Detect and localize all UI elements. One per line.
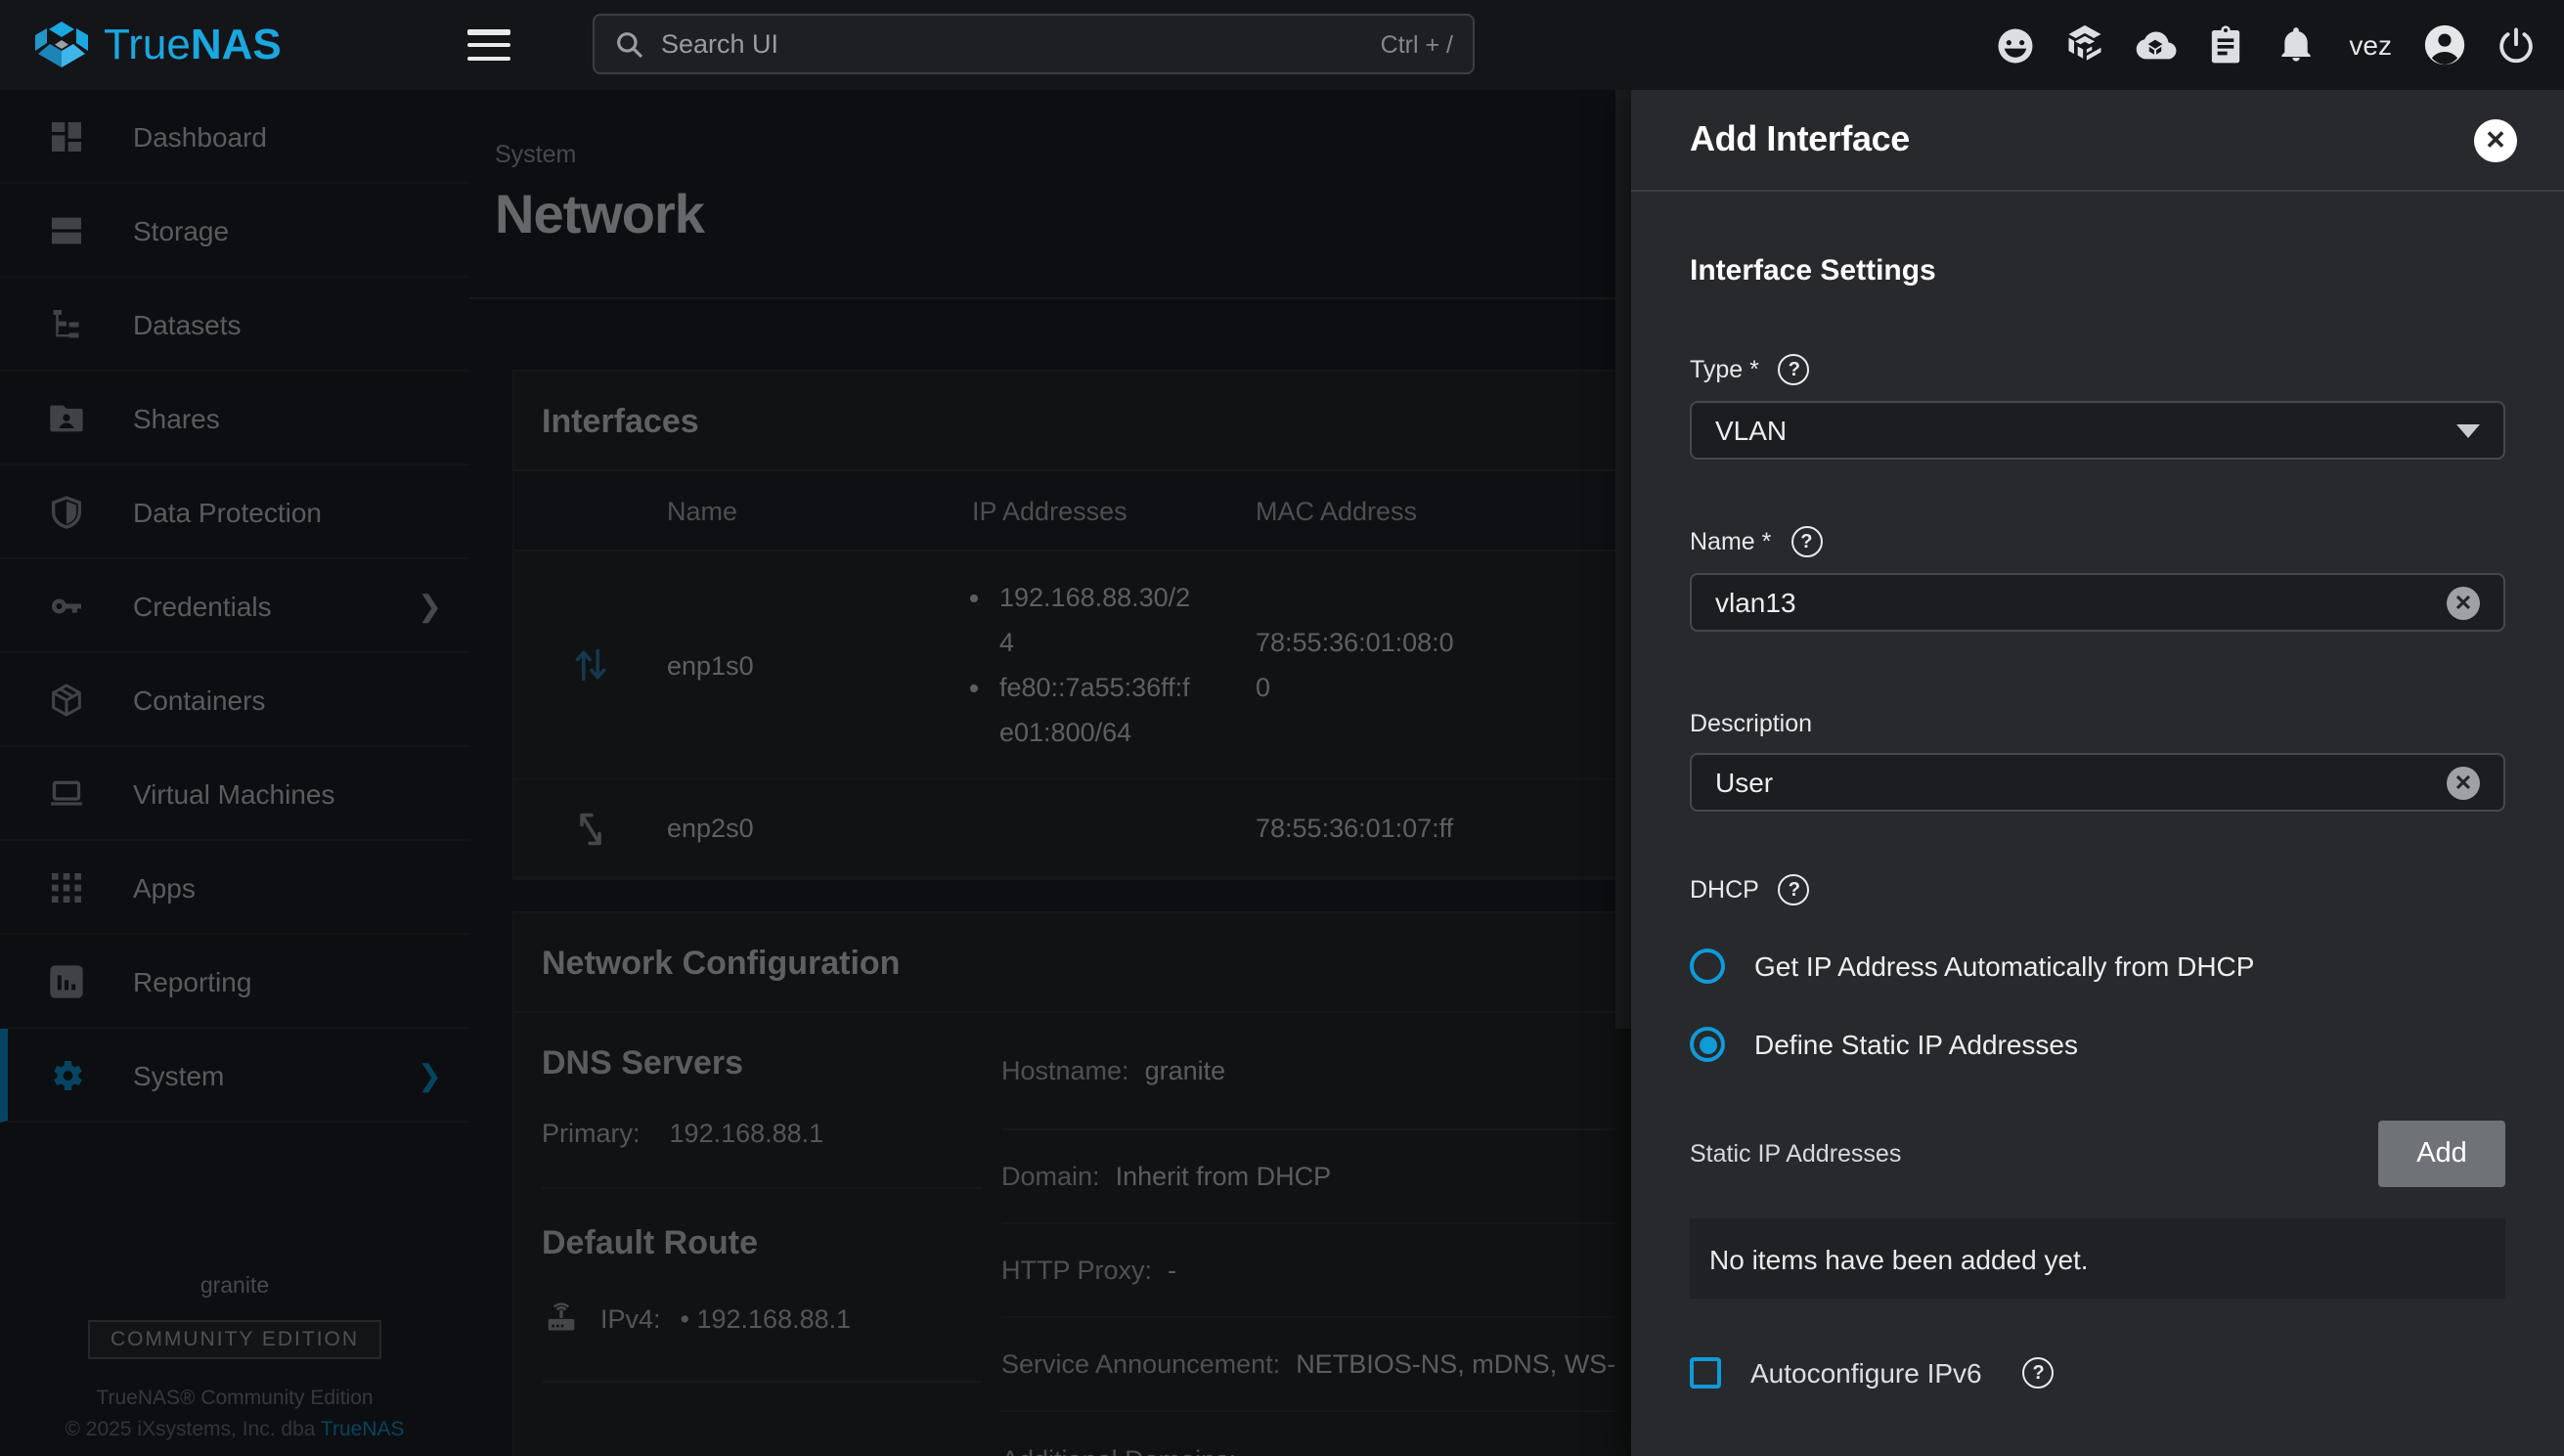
truenas-app: TrueNAS Ctrl + /	[0, 0, 2564, 1456]
description-input[interactable]	[1715, 767, 2447, 798]
add-interface-panel: Add Interface ✕ Interface Settings Type …	[1631, 90, 2564, 1456]
truenas-logo[interactable]: TrueNAS	[0, 20, 434, 70]
modal-backdrop[interactable]	[0, 90, 1631, 1456]
interface-settings-heading: Interface Settings	[1690, 254, 2505, 287]
chevron-down-icon	[2456, 423, 2480, 437]
help-icon[interactable]: ?	[1779, 874, 1810, 905]
autoconfigure-ipv6-row[interactable]: Autoconfigure IPv6 ?	[1690, 1357, 2505, 1389]
cloud-status-icon[interactable]	[2134, 23, 2177, 66]
panel-title: Add Interface	[1690, 119, 1910, 160]
type-label: Type * ?	[1690, 354, 2505, 385]
user-avatar-icon[interactable]	[2423, 23, 2466, 66]
type-select[interactable]: VLAN	[1690, 401, 2505, 460]
help-icon[interactable]: ?	[1790, 526, 1822, 557]
menu-toggle-icon[interactable]	[467, 29, 510, 61]
name-label: Name * ?	[1690, 526, 2505, 557]
radio-checked-icon[interactable]	[1690, 1027, 1725, 1062]
search-shortcut: Ctrl + /	[1381, 30, 1453, 58]
topbar: TrueNAS Ctrl + /	[0, 0, 2564, 90]
help-icon[interactable]: ?	[1779, 354, 1810, 385]
feedback-smiley-icon[interactable]	[1993, 23, 2036, 66]
alerts-bell-icon[interactable]	[2275, 23, 2318, 66]
help-icon[interactable]: ?	[2023, 1357, 2055, 1389]
truenas-logo-text: TrueNAS	[104, 20, 282, 70]
static-ip-label: Static IP Addresses	[1690, 1140, 1901, 1168]
topbar-actions: vez	[1993, 0, 2537, 90]
jobs-clipboard-icon[interactable]	[2204, 23, 2247, 66]
description-field-wrap: ✕	[1690, 753, 2505, 812]
static-ip-empty-state: No items have been added yet.	[1690, 1218, 2505, 1299]
name-input[interactable]	[1715, 587, 2447, 618]
checkbox-unchecked-icon[interactable]	[1690, 1357, 1721, 1389]
search-input[interactable]	[661, 29, 1381, 59]
radio-unchecked-icon[interactable]	[1690, 949, 1725, 984]
global-search[interactable]: Ctrl + /	[593, 14, 1475, 74]
close-icon[interactable]: ✕	[2474, 118, 2517, 161]
clear-icon[interactable]: ✕	[2447, 586, 2480, 619]
truenas-logo-icon	[35, 22, 88, 68]
description-label: Description	[1690, 710, 2505, 737]
search-icon	[614, 28, 645, 60]
static-radio-option[interactable]: Define Static IP Addresses	[1690, 1027, 2505, 1062]
dhcp-label: DHCP ?	[1690, 874, 2505, 905]
panel-header: Add Interface ✕	[1631, 90, 2564, 192]
truecommand-icon[interactable]	[2063, 23, 2106, 66]
dhcp-radio-option[interactable]: Get IP Address Automatically from DHCP	[1690, 949, 2505, 984]
power-icon[interactable]	[2494, 23, 2537, 66]
username-label: vez	[2345, 29, 2396, 61]
autoconfigure-ipv6-label: Autoconfigure IPv6	[1750, 1357, 1982, 1389]
add-button[interactable]: Add	[2378, 1121, 2505, 1187]
name-field-wrap: ✕	[1690, 573, 2505, 632]
clear-icon[interactable]: ✕	[2447, 766, 2480, 799]
